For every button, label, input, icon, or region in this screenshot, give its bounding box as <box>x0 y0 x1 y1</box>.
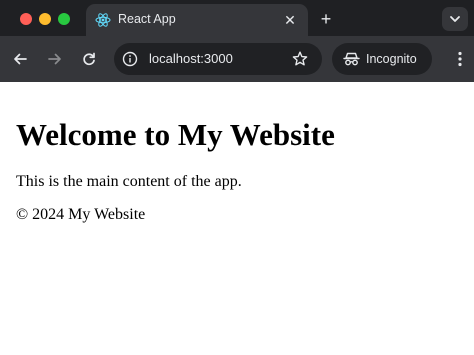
incognito-profile-button[interactable]: Incognito <box>332 43 432 75</box>
tab-search-button[interactable] <box>442 7 468 31</box>
react-logo-icon <box>95 13 111 27</box>
reload-icon <box>83 52 95 66</box>
footer-text: © 2024 My Website <box>16 206 146 223</box>
chevron-down-icon <box>450 16 460 22</box>
site-info-icon[interactable] <box>122 51 138 67</box>
main-content-text: This is the main content of the app. <box>16 173 242 190</box>
address-bar[interactable]: localhost:3000 <box>114 43 322 75</box>
tab-react-app[interactable]: React App ✕ <box>86 4 308 36</box>
back-button[interactable] <box>9 48 31 70</box>
forward-button[interactable] <box>44 48 66 70</box>
browser-toolbar: localhost:3000 Incognito <box>0 36 474 82</box>
window-close-button[interactable] <box>20 13 32 25</box>
plus-icon[interactable]: + <box>316 9 336 29</box>
close-icon[interactable]: ✕ <box>282 12 298 28</box>
more-vertical-icon <box>458 51 462 67</box>
tab-title: React App <box>118 12 176 26</box>
browser-menu-button[interactable] <box>450 49 470 69</box>
url-text[interactable]: localhost:3000 <box>149 51 233 67</box>
window-maximize-button[interactable] <box>58 13 70 25</box>
arrow-left-icon <box>14 53 27 65</box>
window-minimize-button[interactable] <box>39 13 51 25</box>
tab-strip: React App ✕ + <box>0 0 474 36</box>
arrow-right-icon <box>48 53 61 65</box>
page-content: Welcome to My Website This is the main c… <box>0 82 474 355</box>
reload-button[interactable] <box>78 48 100 70</box>
page-title: Welcome to My Website <box>16 117 335 152</box>
incognito-icon <box>343 52 360 66</box>
star-icon[interactable] <box>291 50 309 68</box>
profile-label: Incognito <box>366 52 417 66</box>
browser-window: React App ✕ + localhost:3000 Incognito <box>0 0 474 82</box>
